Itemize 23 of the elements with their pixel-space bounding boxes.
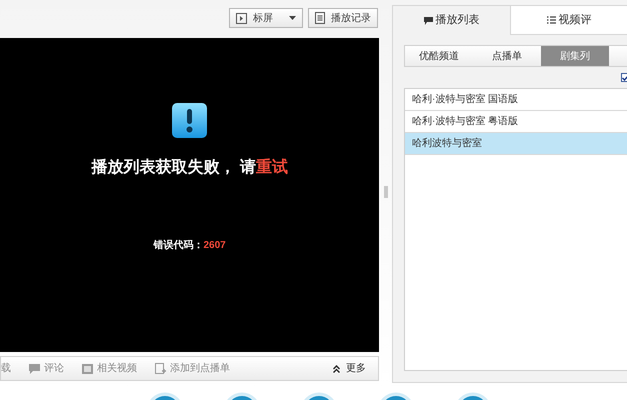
panel-tab[interactable]: 视频评 — [510, 6, 627, 35]
resize-handle-icon[interactable] — [384, 186, 388, 198]
film-icon — [82, 364, 93, 374]
sub-tab[interactable]: 点播单 — [473, 46, 541, 66]
panel-tab[interactable]: 播放列表 — [393, 6, 510, 35]
comment-icon — [29, 364, 40, 374]
document-icon — [315, 12, 326, 24]
episode-item[interactable]: 哈利波特与密室 — [405, 133, 627, 155]
caret-icon — [289, 16, 296, 20]
screen-icon — [236, 12, 248, 24]
chevron-up-icon — [333, 364, 340, 372]
list-icon — [546, 16, 556, 24]
error-message: 播放列表获取失败， 请重试 — [91, 157, 288, 178]
error-code-label: 错误代码： — [153, 238, 204, 253]
history-button[interactable]: 播放记录 — [308, 8, 378, 28]
sub-tab[interactable]: 优酷频道 — [405, 46, 473, 66]
error-code: 2607 — [203, 239, 226, 253]
add-list-icon — [155, 362, 166, 374]
check-icon — [622, 74, 627, 80]
screen-mode-button[interactable]: 标屏 — [229, 8, 304, 28]
alert-icon — [172, 103, 208, 138]
comment-icon — [424, 16, 432, 24]
more-button[interactable]: 更多 — [333, 361, 366, 376]
